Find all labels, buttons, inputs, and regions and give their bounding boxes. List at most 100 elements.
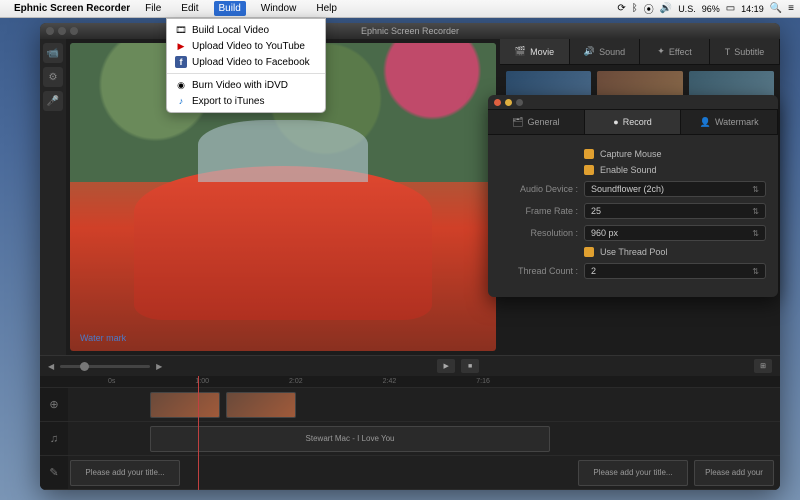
audio-track-icon[interactable]: ♫: [40, 422, 68, 456]
audio-track[interactable]: Stewart Mac - I Love You: [68, 422, 780, 456]
wifi-icon[interactable]: ⦿: [644, 1, 654, 16]
ruler-tick: 0s: [108, 378, 115, 385]
ruler-tick: 2:02: [289, 378, 303, 385]
enable-sound-checkbox[interactable]: [584, 165, 594, 175]
field-label: Thread Count :: [500, 266, 578, 276]
camera-tool-icon[interactable]: 📹: [43, 43, 63, 63]
volume-icon[interactable]: 🔊: [660, 3, 672, 14]
status-area: ⟳ ᛒ ⦿ 🔊 U.S. 96% ▭ 14:19 🔍 ≡: [617, 1, 794, 16]
menu-window[interactable]: Window: [256, 1, 302, 16]
frame-rate-select[interactable]: 25⇅: [584, 203, 766, 219]
sound-icon: 🔊: [584, 46, 595, 57]
time-ruler[interactable]: 0s 1:00 2:02 2:42 7:16: [68, 376, 780, 388]
youtube-icon: ▶: [175, 40, 187, 52]
field-value: 25: [591, 206, 601, 216]
film-icon: 🎬: [515, 46, 526, 57]
dd-upload-youtube[interactable]: ▶ Upload Video to YouTube: [167, 38, 325, 54]
settings-tabs: 🗂General ●Record 👤 Watermark: [488, 109, 778, 135]
app-name[interactable]: Ephnic Screen Recorder: [14, 3, 130, 14]
tab-label: Watermark: [715, 117, 759, 127]
menu-extra-icon[interactable]: ≡: [788, 3, 794, 14]
zoom-icon[interactable]: [516, 99, 523, 106]
video-track-icon[interactable]: ⊕: [40, 388, 68, 422]
settings-tab-record[interactable]: ●Record: [585, 110, 682, 134]
dd-label: Upload Video to Facebook: [192, 57, 310, 68]
spotlight-icon[interactable]: 🔍: [770, 3, 782, 14]
clock-label[interactable]: 14:19: [741, 4, 764, 14]
settings-titlebar[interactable]: [488, 95, 778, 109]
title-track[interactable]: Please add your title... Please add your…: [68, 456, 780, 490]
thread-pool-checkbox[interactable]: [584, 247, 594, 257]
battery-label[interactable]: 96%: [702, 4, 720, 14]
close-icon[interactable]: [494, 99, 501, 106]
timeline-tracks[interactable]: 0s 1:00 2:02 2:42 7:16 Stewart Mac - I L…: [68, 376, 780, 490]
field-label: Frame Rate :: [500, 206, 578, 216]
dd-label: Upload Video to YouTube: [192, 41, 305, 52]
title-clip[interactable]: Please add your title...: [578, 460, 688, 486]
dd-build-local[interactable]: 🎞 Build Local Video: [167, 22, 325, 38]
clip-label: Please add your title...: [85, 468, 164, 477]
field-value: Soundflower (2ch): [591, 184, 664, 194]
sync-icon[interactable]: ⟳: [617, 3, 625, 14]
stop-button[interactable]: ■: [461, 359, 479, 373]
menu-help[interactable]: Help: [311, 1, 342, 16]
dd-label: Build Local Video: [192, 25, 269, 36]
bluetooth-icon[interactable]: ᛒ: [632, 3, 638, 14]
dd-export-itunes[interactable]: ♪ Export to iTunes: [167, 93, 325, 109]
minimize-icon[interactable]: [505, 99, 512, 106]
menu-file[interactable]: File: [140, 1, 166, 16]
capture-mouse-checkbox[interactable]: [584, 149, 594, 159]
chevron-up-down-icon: ⇅: [752, 185, 759, 194]
mic-tool-icon[interactable]: 🎤: [43, 91, 63, 111]
watermark-overlay: Water mark: [80, 333, 126, 343]
tab-label: Subtitle: [734, 47, 764, 57]
build-dropdown: 🎞 Build Local Video ▶ Upload Video to YouT…: [166, 18, 326, 113]
tab-sound[interactable]: 🔊Sound: [570, 39, 640, 64]
tab-label: General: [528, 117, 560, 127]
window-titlebar[interactable]: Ephnic Screen Recorder: [40, 23, 780, 39]
tab-label: Record: [623, 117, 652, 127]
film-icon: 🎞: [175, 24, 187, 36]
video-clip[interactable]: [226, 392, 296, 418]
field-value: 2: [591, 266, 596, 276]
title-clip[interactable]: Please add your: [694, 460, 774, 486]
snap-button[interactable]: ⊞: [754, 359, 772, 373]
timeline-section: ◀ ▶ ▶ ■ ⊞ ⊕ ♫ ✎ 0s 1:00 2:02 2:42: [40, 355, 780, 490]
video-clip[interactable]: [150, 392, 220, 418]
resolution-select[interactable]: 960 px⇅: [584, 225, 766, 241]
video-track[interactable]: [68, 388, 780, 422]
audio-clip[interactable]: Stewart Mac - I Love You: [150, 426, 550, 452]
left-tool-rail: 📹 ⚙ 🎤: [40, 39, 66, 355]
person-icon: 👤: [700, 117, 711, 128]
flag-label[interactable]: U.S.: [678, 4, 696, 14]
settings-tab-watermark[interactable]: 👤 Watermark: [681, 110, 778, 134]
tab-subtitle[interactable]: TSubtitle: [710, 39, 780, 64]
adjust-tool-icon[interactable]: ⚙: [43, 67, 63, 87]
field-label: Resolution :: [500, 228, 578, 238]
rewind-icon[interactable]: ◀: [48, 362, 54, 371]
menu-edit[interactable]: Edit: [176, 1, 203, 16]
playhead[interactable]: [198, 376, 199, 490]
checkbox-label: Capture Mouse: [600, 149, 662, 159]
dd-separator: [167, 73, 325, 74]
dd-label: Export to iTunes: [192, 96, 264, 107]
chevron-up-down-icon: ⇅: [752, 267, 759, 276]
audio-device-select[interactable]: Soundflower (2ch) ⇅: [584, 181, 766, 197]
title-track-icon[interactable]: ✎: [40, 456, 68, 490]
window-title: Ephnic Screen Recorder: [40, 26, 780, 36]
play-button[interactable]: ▶: [437, 359, 455, 373]
title-clip[interactable]: Please add your title...: [70, 460, 180, 486]
tab-movie[interactable]: 🎬Movie: [500, 39, 570, 64]
thread-count-select[interactable]: 2⇅: [584, 263, 766, 279]
forward-icon[interactable]: ▶: [156, 362, 162, 371]
checkbox-label: Enable Sound: [600, 165, 657, 175]
tab-effect[interactable]: ✦Effect: [640, 39, 710, 64]
zoom-slider[interactable]: [60, 365, 150, 368]
menu-build[interactable]: Build: [214, 1, 246, 16]
disc-icon: ◉: [175, 79, 187, 91]
dd-upload-facebook[interactable]: fUpload Video to Facebook: [167, 54, 325, 70]
itunes-icon: ♪: [175, 95, 187, 107]
settings-tab-general[interactable]: 🗂General: [488, 110, 585, 134]
transport-bar: ◀ ▶ ▶ ■ ⊞: [40, 356, 780, 376]
dd-burn-idvd[interactable]: ◉Burn Video with iDVD: [167, 77, 325, 93]
